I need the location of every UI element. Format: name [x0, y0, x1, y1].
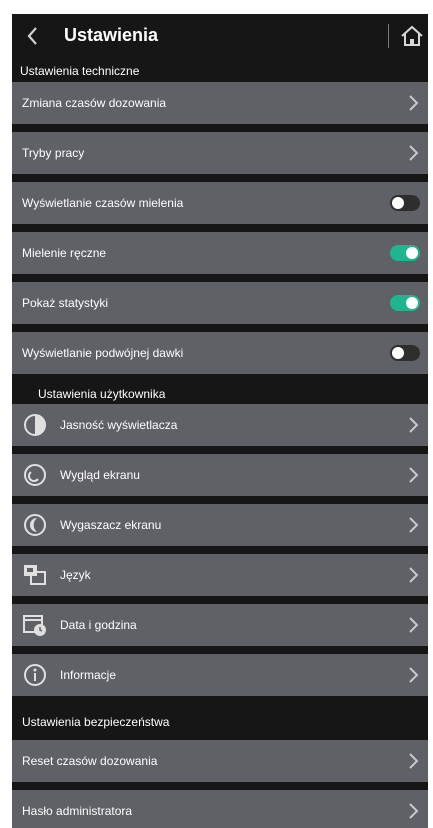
language-icon [24, 565, 46, 585]
row-label: Język [60, 568, 91, 582]
toggle-knob [392, 347, 404, 359]
toggle-switch[interactable] [390, 195, 420, 211]
row-admin-password[interactable]: Hasło administratora [12, 790, 428, 828]
row-label: Zmiana czasów dozowania [22, 96, 167, 110]
moon-icon [24, 514, 46, 536]
row-language[interactable]: Język [12, 554, 428, 596]
row-show-grind-times: Wyświetlanie czasów mielenia [12, 182, 428, 224]
row-label: Wyświetlanie podwójnej dawki [22, 346, 184, 360]
settings-screen: Ustawienia Ustawienia techniczne Zmiana … [12, 14, 428, 828]
row-label: Wygaszacz ekranu [60, 518, 162, 532]
chevron-right-icon [409, 417, 419, 433]
home-button[interactable] [398, 22, 426, 50]
row-work-modes[interactable]: Tryby pracy [12, 132, 428, 174]
row-screen-saver[interactable]: Wygaszacz ekranu [12, 504, 428, 546]
header: Ustawienia [12, 14, 428, 60]
screen-appearance-icon [24, 464, 46, 486]
back-button[interactable] [20, 22, 44, 50]
toggle-knob [406, 247, 418, 259]
header-divider [388, 24, 389, 48]
chevron-right-icon [409, 517, 419, 533]
chevron-right-icon [409, 667, 419, 683]
brightness-icon [24, 414, 46, 436]
row-display-brightness[interactable]: Jasność wyświetlacza [12, 404, 428, 446]
row-label: Tryby pracy [22, 146, 85, 160]
row-label: Informacje [60, 668, 117, 682]
toggle-switch[interactable] [390, 295, 420, 311]
row-label: Wygląd ekranu [60, 468, 140, 482]
chevron-right-icon [409, 803, 419, 819]
calendar-clock-icon [23, 615, 46, 636]
row-dose-times[interactable]: Zmiana czasów dozowania [12, 82, 428, 124]
chevron-right-icon [409, 145, 419, 161]
row-label: Hasło administratora [22, 804, 133, 818]
row-date-time[interactable]: Data i godzina [12, 604, 428, 646]
chevron-right-icon [409, 567, 419, 583]
row-label: Reset czasów dozowania [22, 754, 158, 768]
chevron-right-icon [409, 467, 419, 483]
toggle-knob [406, 297, 418, 309]
row-show-double-dose: Wyświetlanie podwójnej dawki [12, 332, 428, 374]
row-label: Data i godzina [60, 618, 137, 632]
row-label: Wyświetlanie czasów mielenia [22, 196, 184, 210]
row-show-statistics: Pokaż statystyki [12, 282, 428, 324]
row-manual-grinding: Mielenie ręczne [12, 232, 428, 274]
toggle-switch[interactable] [390, 245, 420, 261]
home-icon [401, 25, 423, 46]
row-information[interactable]: Informacje [12, 654, 428, 696]
toggle-knob [392, 197, 404, 209]
row-label: Jasność wyświetlacza [60, 418, 178, 432]
chevron-right-icon [409, 617, 419, 633]
chevron-right-icon [409, 95, 419, 111]
info-icon [24, 664, 46, 686]
page-title: Ustawienia [64, 25, 159, 45]
row-label: Mielenie ręczne [22, 246, 107, 260]
row-screen-appearance[interactable]: Wygląd ekranu [12, 454, 428, 496]
section-technical-header: Ustawienia techniczne [20, 64, 140, 78]
chevron-left-icon [27, 27, 37, 45]
row-reset-dose-times[interactable]: Reset czasów dozowania [12, 740, 428, 782]
toggle-switch[interactable] [390, 345, 420, 361]
section-security-header: Ustawienia bezpieczeństwa [22, 715, 170, 729]
chevron-right-icon [409, 753, 419, 769]
row-label: Pokaż statystyki [22, 296, 109, 310]
